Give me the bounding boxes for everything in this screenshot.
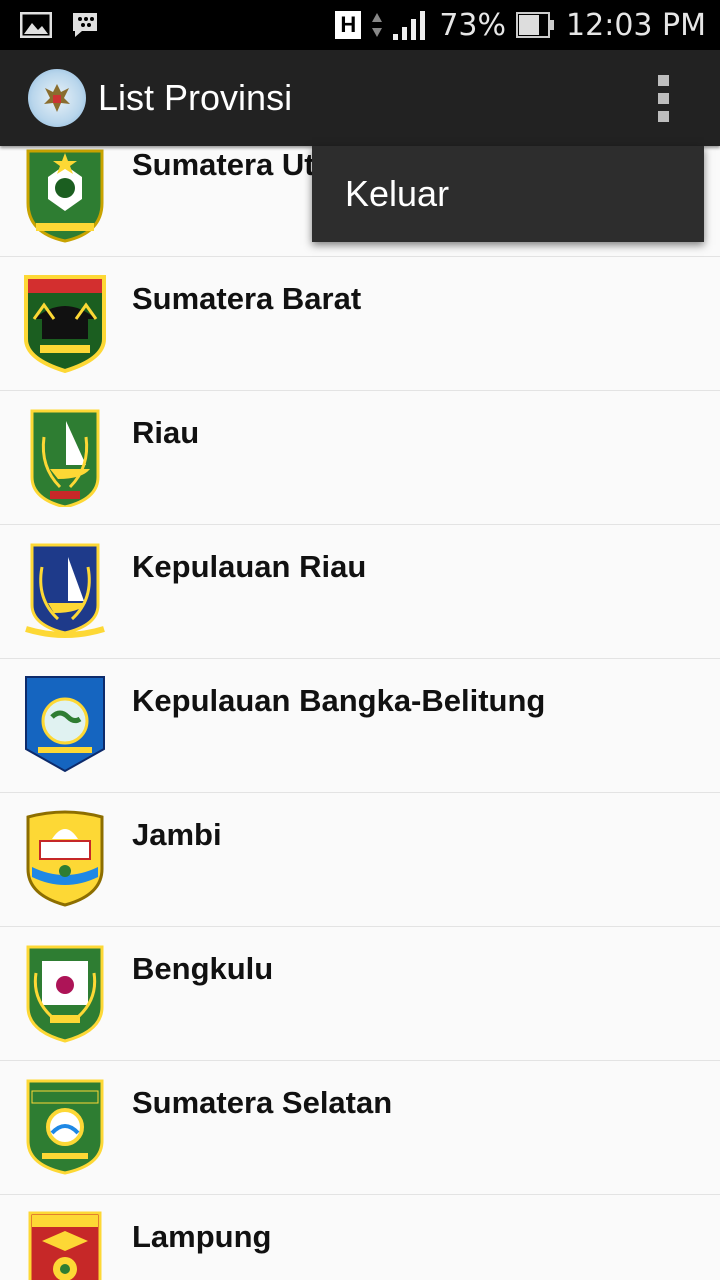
province-list: Sumatera Ut Sumatera Barat Riau Kepulaua… [0, 146, 720, 1280]
action-bar: List Provinsi [0, 50, 720, 146]
province-name: Riau [132, 415, 200, 450]
menu-item-logout[interactable]: Keluar [345, 173, 449, 215]
province-name: Sumatera Barat [132, 281, 362, 316]
network-type-badge: H [335, 11, 362, 39]
province-name: Sumatera Selatan [132, 1085, 393, 1120]
province-emblem-icon [26, 1079, 104, 1175]
province-emblem-icon [26, 149, 104, 243]
page-title: List Provinsi [98, 77, 293, 118]
status-bar: H 73% 12:03 PM [0, 0, 720, 50]
list-item[interactable]: Riau [0, 391, 720, 525]
province-emblem-icon [25, 543, 105, 638]
signal-icon [393, 11, 426, 40]
province-emblem-icon [25, 676, 105, 773]
list-item[interactable]: Sumatera Selatan [0, 1061, 720, 1195]
overflow-menu-button[interactable] [658, 74, 670, 122]
province-emblem-icon [30, 409, 100, 507]
province-name: Jambi [132, 817, 222, 852]
battery-percent: 73% [439, 7, 507, 43]
list-item[interactable]: Lampung [0, 1195, 720, 1280]
province-name: Kepulauan Riau [132, 549, 367, 584]
list-item[interactable]: Jambi [0, 793, 720, 927]
province-name: Kepulauan Bangka-Belitung [132, 683, 546, 718]
province-emblem-icon [26, 810, 104, 907]
clock: 12:03 PM [566, 7, 706, 43]
province-name: Bengkulu [132, 951, 274, 986]
garuda-icon [44, 84, 70, 112]
province-name: Lampung [132, 1219, 272, 1254]
battery-icon [516, 12, 555, 38]
gallery-icon [20, 12, 52, 38]
app-logo-icon[interactable] [28, 69, 86, 127]
popup-menu[interactable]: Keluar [312, 146, 704, 242]
list-item[interactable]: Kepulauan Bangka-Belitung [0, 659, 720, 793]
province-name: Sumatera Ut [132, 147, 315, 182]
province-emblem-icon [28, 1211, 102, 1280]
list-item[interactable]: Bengkulu [0, 927, 720, 1061]
province-emblem-icon [24, 275, 106, 373]
bbm-icon [73, 13, 97, 37]
list-item[interactable]: Sumatera Barat [0, 257, 720, 391]
list-item[interactable]: Kepulauan Riau [0, 525, 720, 659]
data-arrows-icon [372, 13, 383, 37]
province-emblem-icon [26, 945, 104, 1043]
